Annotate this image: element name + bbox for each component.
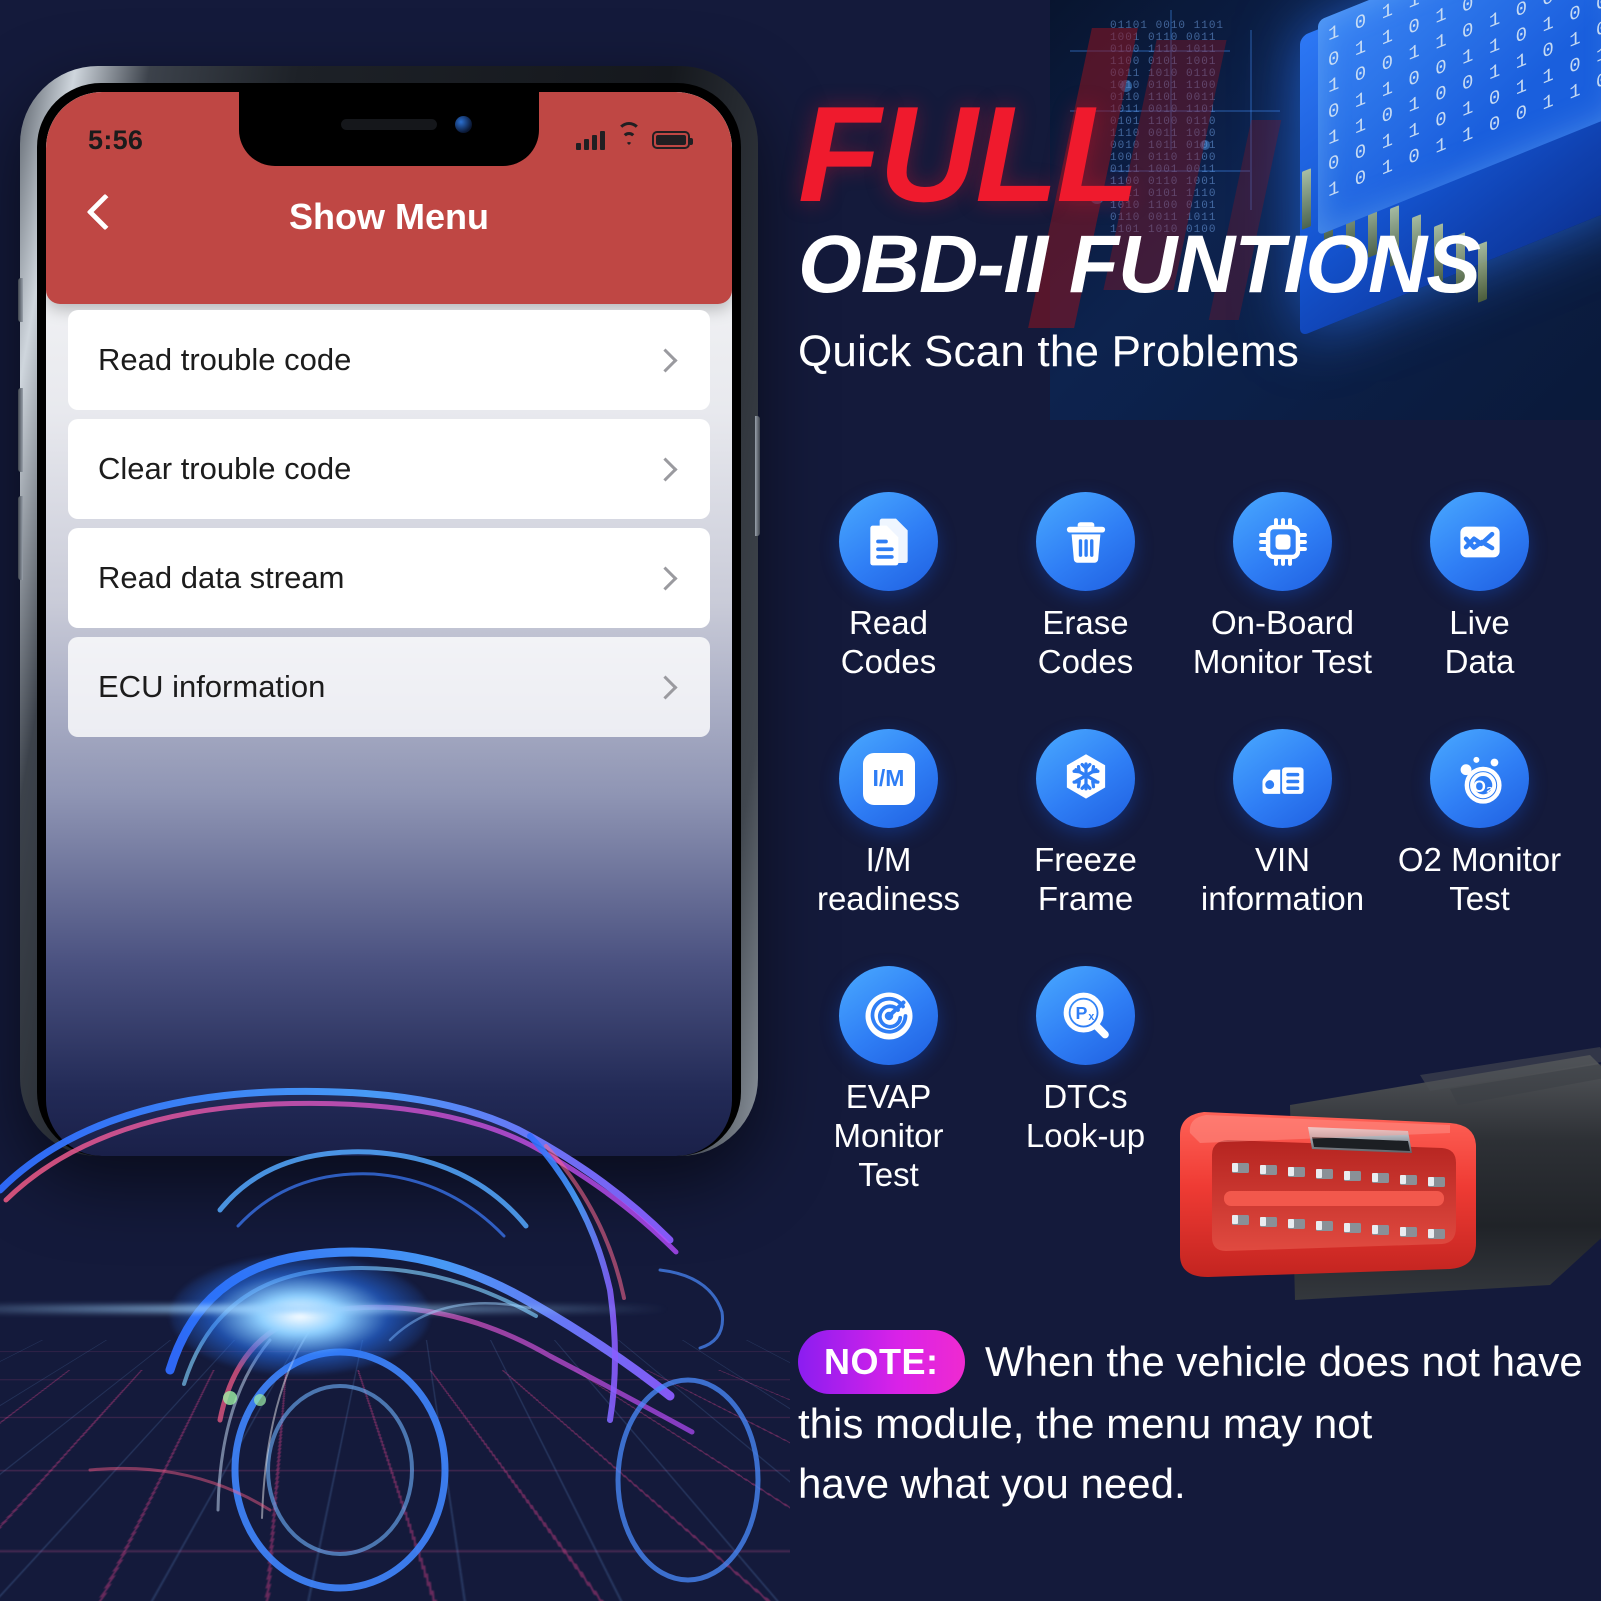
- feature-label-line1: Live: [1449, 604, 1510, 641]
- status-time: 5:56: [88, 124, 144, 155]
- chevron-right-icon: [653, 565, 678, 591]
- headline-block: FULL OBD-II FUNTIONS Quick Scan the Prob…: [798, 78, 1588, 377]
- feature-item-read-codes[interactable]: Read Codes: [790, 492, 987, 681]
- headline-kicker: FULL: [798, 78, 1139, 230]
- feature-item-erase-codes[interactable]: Erase Codes: [987, 492, 1184, 681]
- feature-label-line1: Freeze: [1034, 841, 1137, 879]
- list-item[interactable]: Read data stream: [68, 528, 710, 628]
- feature-item-o2-monitor-test[interactable]: O₂ O2 Monitor Test: [1381, 729, 1578, 918]
- list-item-label: Read trouble code: [98, 342, 352, 377]
- list-item-label: ECU information: [98, 669, 326, 704]
- note-line-1: When the vehicle does not have: [984, 1338, 1583, 1386]
- list-item-label: Read data stream: [98, 560, 345, 595]
- feature-item-freeze-frame[interactable]: Freeze Frame: [987, 729, 1184, 918]
- feature-label-line2: Monitor Test: [1192, 642, 1373, 680]
- note-badge: NOTE:: [798, 1330, 965, 1394]
- feature-item-dtcs-lookup[interactable]: P x DTCs Look-up: [987, 966, 1184, 1194]
- feature-label-line2: Codes: [1037, 642, 1134, 680]
- neon-car-illustration: [0, 1040, 790, 1601]
- feature-label-line2: Frame: [1037, 879, 1134, 917]
- page-title: Show Menu: [289, 196, 489, 237]
- headline-subtitle: Quick Scan the Problems: [798, 326, 1300, 376]
- battery-icon: [652, 131, 693, 149]
- feature-item-evap-monitor-test[interactable]: EVAP Monitor Test: [790, 966, 987, 1194]
- car-document-icon: [1233, 729, 1332, 829]
- list-item[interactable]: Clear trouble code: [68, 419, 710, 519]
- chevron-right-icon: [653, 674, 678, 700]
- documents-icon: [839, 492, 938, 591]
- phone-volume-up-button: [18, 388, 23, 472]
- feature-item-live-data[interactable]: Live Data: [1381, 492, 1578, 681]
- svg-text:x: x: [1088, 1011, 1094, 1023]
- phone-mockup: 5:56 Show Menu Read trouble code Clear t…: [18, 66, 760, 1156]
- feature-label-line2: Test: [858, 1155, 919, 1193]
- feature-label-line2: Look-up: [1025, 1117, 1146, 1155]
- feature-label-line2: Data: [1444, 642, 1515, 680]
- note-line-2: this module, the menu may not: [798, 1400, 1373, 1447]
- headline-title: OBD-II FUNTIONS: [798, 219, 1481, 311]
- feature-row-2: I/M I/M readiness Freeze Frame VIN infor…: [790, 729, 1590, 918]
- feature-item-vin-information[interactable]: VIN information: [1184, 729, 1381, 918]
- signal-bars-icon: [576, 130, 605, 150]
- feature-item-on-board-monitor-test[interactable]: On-Board Monitor Test: [1184, 492, 1381, 681]
- feature-grid: Read Codes Erase Codes On-Board Monitor …: [790, 492, 1590, 1194]
- feature-label-line1: DTCs: [1043, 1078, 1128, 1116]
- feature-label-line1: EVAP Monitor: [833, 1078, 944, 1155]
- feature-label-line2: information: [1200, 879, 1365, 917]
- phone-screen: 5:56 Show Menu Read trouble code Clear t…: [46, 92, 732, 1156]
- feature-label-line1: VIN: [1254, 841, 1310, 879]
- feature-row-1: Read Codes Erase Codes On-Board Monitor …: [790, 492, 1590, 681]
- o2-bubble-icon: O₂: [1430, 729, 1529, 829]
- cpu-chip-icon: [1233, 492, 1332, 591]
- feature-label-line2: Codes: [840, 642, 937, 680]
- svg-text:P: P: [1075, 1003, 1087, 1023]
- feature-label-line1: Erase: [1042, 604, 1129, 641]
- feature-label-line1: O2 Monitor: [1397, 841, 1562, 879]
- phone-mute-switch: [18, 278, 23, 322]
- trash-icon: [1036, 492, 1135, 591]
- feature-label-line1: Read: [849, 604, 928, 641]
- feature-label-line1: On-Board: [1210, 604, 1355, 641]
- menu-list: Read trouble code Clear trouble code Rea…: [46, 310, 732, 746]
- list-item[interactable]: Read trouble code: [68, 310, 710, 410]
- list-item[interactable]: ECU information: [68, 637, 710, 737]
- status-bar: 5:56: [46, 120, 732, 160]
- im-badge-icon: I/M: [839, 729, 938, 829]
- magnifier-px-icon: P x: [1036, 966, 1135, 1066]
- feature-item-im-readiness[interactable]: I/M I/M readiness: [790, 729, 987, 918]
- note-line-3: have what you need.: [798, 1459, 1186, 1507]
- list-item-label: Clear trouble code: [98, 451, 352, 486]
- radar-target-icon: [839, 966, 938, 1066]
- feature-row-3: EVAP Monitor Test P x DTCs Look-up: [790, 966, 1590, 1194]
- svg-text:O₂: O₂: [1473, 777, 1493, 796]
- note-block: NOTE: When the vehicle does not have thi…: [798, 1330, 1588, 1513]
- feature-label-line1: I/M: [865, 841, 912, 879]
- snowflake-icon: [1036, 729, 1135, 829]
- phone-volume-down-button: [18, 496, 23, 580]
- feature-label-line2: Test: [1449, 879, 1510, 917]
- chevron-right-icon: [653, 347, 678, 373]
- phone-power-button: [755, 416, 760, 536]
- wifi-icon: [616, 121, 641, 150]
- line-chart-icon: [1430, 492, 1529, 591]
- im-badge-text: I/M: [872, 765, 905, 792]
- product-infographic: 01101 0010 1101 1001 0110 0011 0100 1110 1…: [0, 0, 1601, 1601]
- feature-label-line2: readiness: [816, 879, 961, 917]
- chevron-right-icon: [653, 456, 678, 482]
